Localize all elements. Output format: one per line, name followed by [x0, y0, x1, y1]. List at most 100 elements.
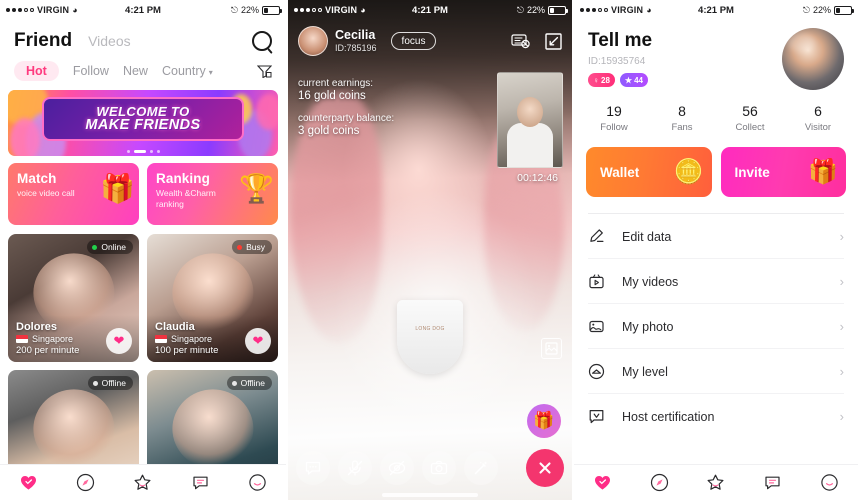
- promo-banner[interactable]: WELCOME TO MAKE FRIENDS: [8, 90, 278, 156]
- wallet-button[interactable]: Wallet 🪙: [586, 147, 712, 197]
- banner-pagination-dots[interactable]: [8, 150, 278, 153]
- status-badge: Online: [87, 240, 133, 254]
- battery-icon: [262, 5, 282, 15]
- level-icon: [588, 363, 610, 380]
- status-bar-right: ⎋ 22%: [716, 4, 854, 16]
- chevron-right-icon: ›: [839, 229, 844, 244]
- tab-heart[interactable]: [19, 473, 38, 492]
- status-bar: VIRGIN ◕ 4:21 PM ⎋ 22%: [0, 0, 286, 20]
- tab-message[interactable]: [763, 473, 782, 492]
- tab-follow[interactable]: Follow: [73, 64, 109, 78]
- filter-icon[interactable]: [257, 64, 272, 78]
- search-button[interactable]: [252, 31, 272, 51]
- tab-new[interactable]: New: [123, 64, 148, 78]
- certification-icon: [588, 408, 610, 425]
- coins-icon: 🪙: [673, 158, 704, 186]
- stat-visitor[interactable]: 6 Visitor: [784, 103, 852, 133]
- stat-follow[interactable]: 19 Follow: [580, 103, 648, 133]
- earnings-panel: current earnings: 16 gold coins counterp…: [298, 78, 394, 137]
- stat-label: Fans: [671, 122, 693, 133]
- match-card[interactable]: Match voice video call 🎁: [8, 163, 139, 225]
- end-call-icon[interactable]: [526, 449, 564, 487]
- stat-value: 56: [742, 103, 758, 119]
- tab-compass[interactable]: [650, 473, 669, 492]
- menu-item-my-videos[interactable]: My videos ›: [588, 259, 844, 304]
- status-badge: Busy: [232, 240, 272, 254]
- tab-profile[interactable]: [820, 473, 839, 492]
- battery-icon: [548, 5, 568, 15]
- photo-icon: [588, 318, 610, 335]
- ranking-card-subtitle: Wealth &Charm ranking: [156, 188, 216, 210]
- page-title: Friend: [14, 30, 73, 51]
- report-block-icon[interactable]: [511, 33, 531, 49]
- tab-country[interactable]: Country: [162, 64, 213, 78]
- profile-menu: Edit data › My videos › My photo › My le…: [574, 214, 858, 439]
- caller-name: Cecilia: [335, 28, 376, 43]
- chevron-right-icon: ›: [839, 409, 844, 424]
- home-indicator: [382, 493, 478, 497]
- video-icon: [588, 273, 610, 290]
- chevron-right-icon: ›: [839, 364, 844, 379]
- tab-message[interactable]: [191, 473, 210, 492]
- user-card[interactable]: Online Dolores Singapore 200 per minute …: [8, 234, 139, 362]
- menu-item-my-photo[interactable]: My photo ›: [588, 304, 844, 349]
- tab-star[interactable]: [706, 473, 725, 492]
- bluetooth-icon: ⎋: [230, 4, 238, 15]
- tab-heart[interactable]: [593, 473, 612, 492]
- stat-label: Collect: [735, 122, 765, 133]
- minimize-icon[interactable]: [545, 32, 562, 50]
- tab-hot[interactable]: Hot: [14, 61, 59, 81]
- camera-flip-icon[interactable]: [422, 451, 456, 485]
- invite-button[interactable]: Invite 🎁: [720, 147, 846, 197]
- caller-avatar[interactable]: [298, 26, 328, 56]
- stat-value: 6: [814, 103, 822, 119]
- gift-icon[interactable]: 🎁: [527, 404, 561, 438]
- status-label: Busy: [246, 242, 265, 252]
- status-badge: Offline: [226, 376, 272, 390]
- menu-item-my-level[interactable]: My level ›: [588, 349, 844, 394]
- like-button[interactable]: ❤: [106, 328, 132, 354]
- status-bar-right: ⎋ 22%: [430, 5, 568, 16]
- status-dot-offline: [231, 380, 237, 386]
- balance-value: 3 gold coins: [298, 125, 360, 137]
- chevron-right-icon: ›: [839, 319, 844, 334]
- tab-videos[interactable]: Videos: [88, 33, 131, 49]
- gift-icon: 🎁: [808, 158, 838, 186]
- chat-icon[interactable]: [296, 451, 330, 485]
- trophy-icon: 🏆: [239, 173, 274, 204]
- level-badge: ★ 44: [619, 73, 648, 87]
- wallet-label: Wallet: [600, 164, 640, 180]
- tab-star[interactable]: [133, 473, 152, 492]
- status-bar: VIRGIN ◕ 4:21 PM ⎋ 22%: [288, 0, 572, 20]
- photo-capture-icon[interactable]: [541, 338, 562, 359]
- avatar[interactable]: [782, 28, 844, 90]
- stat-value: 8: [678, 103, 686, 119]
- user-card[interactable]: Busy Claudia Singapore 100 per minute ❤: [147, 234, 278, 362]
- focus-button[interactable]: focus: [390, 32, 437, 50]
- stat-collect[interactable]: 56 Collect: [716, 103, 784, 133]
- camera-off-icon[interactable]: [380, 451, 414, 485]
- menu-item-label: Edit data: [622, 229, 672, 244]
- stat-value: 19: [606, 103, 622, 119]
- tab-profile[interactable]: [248, 473, 267, 492]
- menu-item-edit-data[interactable]: Edit data ›: [588, 214, 844, 259]
- mic-muted-icon[interactable]: [338, 451, 372, 485]
- menu-item-host-certification[interactable]: Host certification ›: [588, 394, 844, 439]
- call-header-icons: [511, 32, 562, 50]
- beauty-wand-icon[interactable]: [464, 451, 498, 485]
- tab-compass[interactable]: [76, 473, 95, 492]
- status-badge: Offline: [87, 376, 133, 390]
- self-view-thumbnail[interactable]: [497, 72, 563, 168]
- ranking-card[interactable]: Ranking Wealth &Charm ranking 🏆: [147, 163, 278, 225]
- status-label: Online: [101, 242, 126, 252]
- profile-stats: 19 Follow 8 Fans 56 Collect 6 Visitor: [574, 103, 858, 133]
- like-button[interactable]: ❤: [245, 328, 271, 354]
- stat-fans[interactable]: 8 Fans: [648, 103, 716, 133]
- bluetooth-icon: ⎋: [802, 4, 810, 15]
- status-bar: VIRGIN ◕ 4:21 PM ⎋ 22%: [574, 0, 858, 20]
- battery-percent-label: 22%: [812, 5, 831, 15]
- coffee-cup: [397, 300, 463, 374]
- call-control-bar: [288, 446, 572, 490]
- search-icon: [252, 31, 272, 51]
- level-badge-value: 44: [634, 75, 643, 85]
